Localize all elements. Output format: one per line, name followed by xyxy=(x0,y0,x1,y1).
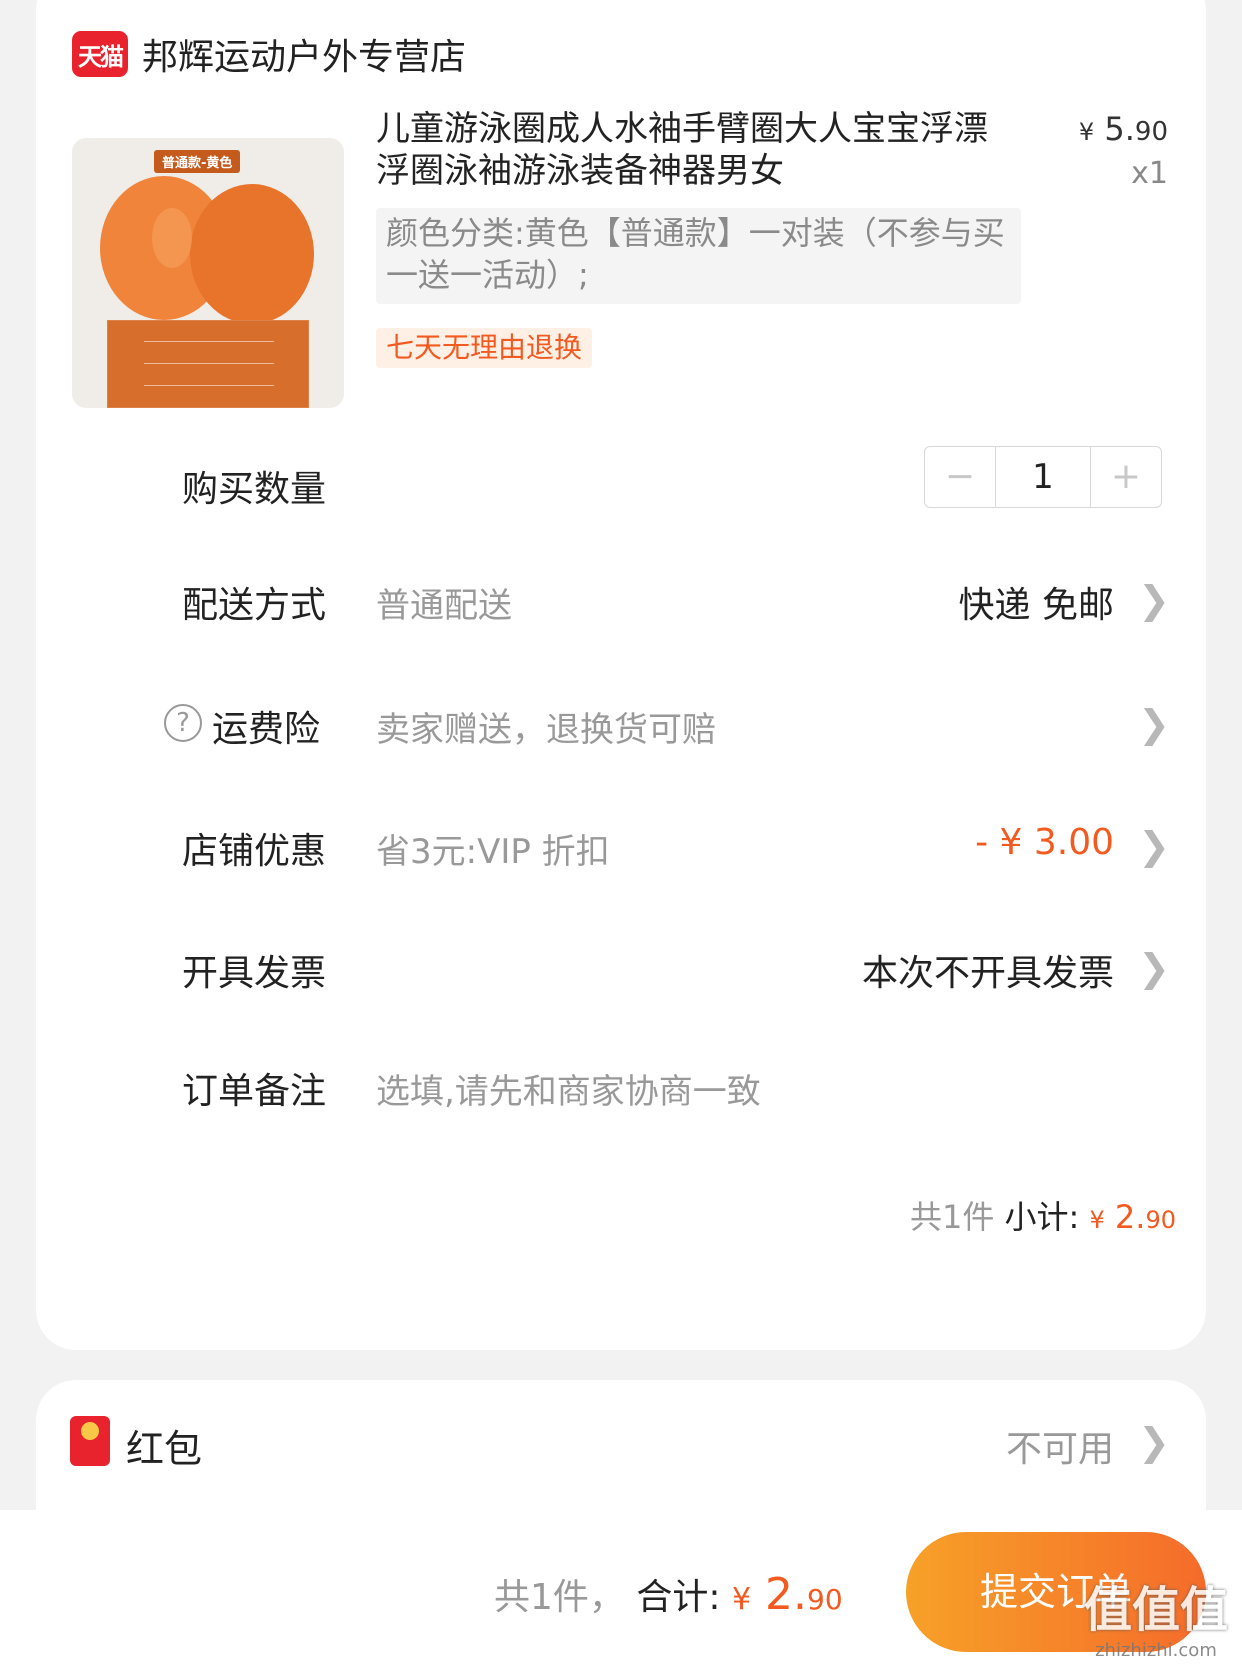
discount-row[interactable]: 店铺优惠 省3元:VIP 折扣 - ¥ 3.00 ❯ xyxy=(36,804,1206,884)
armband-illustration xyxy=(100,176,314,324)
product-image[interactable]: 普通款-黄色 xyxy=(72,138,344,408)
checkout-bar: 共1件， 合计: ¥ 2.90 提交订单 值值值 zhizhizhi.com xyxy=(0,1510,1242,1671)
quantity-input[interactable]: 1 xyxy=(995,447,1091,507)
product-title[interactable]: 儿童游泳圈成人水袖手臂圈大人宝宝浮漂浮圈泳袖游泳装备神器男女 xyxy=(376,108,1016,192)
quantity-stepper[interactable]: − 1 + xyxy=(924,446,1162,508)
invoice-label: 开具发票 xyxy=(182,953,327,994)
quantity-label: 购买数量 xyxy=(182,469,327,510)
store-name[interactable]: 邦辉运动户外专营店 xyxy=(142,28,466,80)
order-card: 天猫 邦辉运动户外专营店 普通款-黄色 儿童游泳圈成人水袖手臂圈大人宝宝浮漂浮圈… xyxy=(36,0,1206,1350)
redpacket-status: 不可用 xyxy=(1005,1429,1114,1470)
increment-button[interactable]: + xyxy=(1091,447,1161,507)
chevron-right-icon[interactable]: ❯ xyxy=(1138,578,1170,622)
decrement-button[interactable]: − xyxy=(925,447,995,507)
quantity-row: 购买数量 − 1 + xyxy=(36,442,1206,522)
note-row: 订单备注 选填,请先和商家协商一致 xyxy=(36,1044,1206,1124)
tmall-logo-icon: 天猫 xyxy=(72,31,128,77)
return-policy-badge: 七天无理由退换 xyxy=(376,328,593,368)
invoice-value: 本次不开具发票 xyxy=(861,953,1114,994)
product-quantity: x1 xyxy=(1131,156,1168,191)
chevron-right-icon[interactable]: ❯ xyxy=(1138,1420,1170,1464)
store-header[interactable]: 天猫 邦辉运动户外专营店 xyxy=(72,28,466,80)
product-price: ¥ 5.90 xyxy=(1078,110,1168,148)
note-label: 订单备注 xyxy=(182,1071,327,1112)
watermark: 值值值 zhizhizhi.com xyxy=(1084,1570,1228,1661)
watermark-url: zhizhizhi.com xyxy=(1095,1640,1217,1661)
redpacket-label: 红包 xyxy=(126,1427,203,1471)
watermark-logo: 值值值 xyxy=(1083,1582,1228,1638)
discount-amount: - ¥ 3.00 xyxy=(975,822,1114,863)
insurance-label: 运费险 xyxy=(212,709,321,750)
product-info-box xyxy=(107,320,309,408)
invoice-row[interactable]: 开具发票 本次不开具发票 ❯ xyxy=(36,926,1206,1006)
order-total: 共1件， 合计: ¥ 2.90 xyxy=(494,1569,843,1620)
delivery-row[interactable]: 配送方式 普通配送 快递 免邮 ❯ xyxy=(36,558,1206,638)
delivery-method: 普通配送 xyxy=(376,586,512,626)
insurance-row[interactable]: ? 运费险 卖家赠送，退换货可赔 ❯ xyxy=(36,682,1206,762)
chevron-right-icon[interactable]: ❯ xyxy=(1138,946,1170,990)
discount-value: 省3元:VIP 折扣 xyxy=(376,832,610,872)
product-spec: 颜色分类:黄色【普通款】一对装（不参与买一送一活动）; xyxy=(376,208,1021,304)
delivery-option: 快递 免邮 xyxy=(958,585,1114,626)
chevron-right-icon[interactable]: ❯ xyxy=(1138,824,1170,868)
note-input[interactable]: 选填,请先和商家协商一致 xyxy=(376,1064,761,1113)
red-packet-icon xyxy=(70,1416,110,1466)
question-icon[interactable]: ? xyxy=(164,704,202,742)
delivery-label: 配送方式 xyxy=(182,585,327,626)
subtotal: 共1件 小计: ¥ 2.90 xyxy=(909,1198,1176,1236)
insurance-value: 卖家赠送，退换货可赔 xyxy=(376,710,716,750)
chevron-right-icon[interactable]: ❯ xyxy=(1138,702,1170,746)
discount-label: 店铺优惠 xyxy=(182,831,327,872)
